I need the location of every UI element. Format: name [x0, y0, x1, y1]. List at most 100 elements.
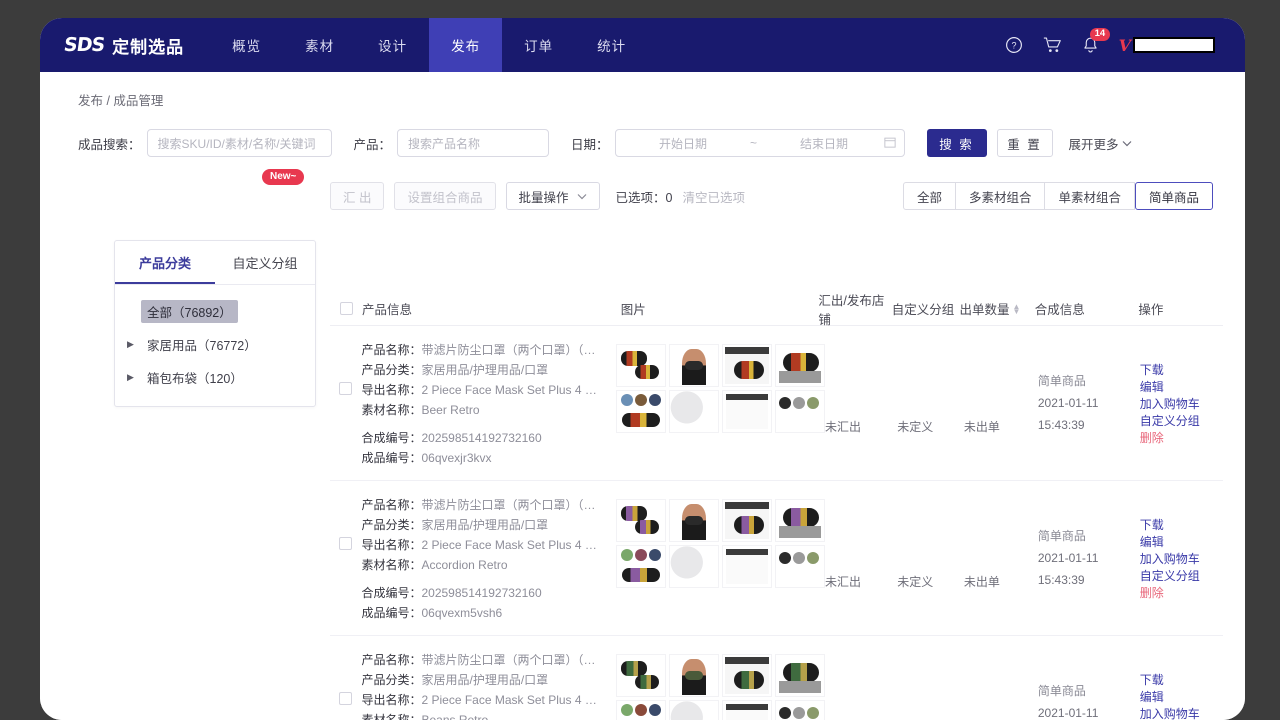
- category-tree: 全部（76892） ▶ 家居用品（76772） ▶ 箱包布袋（120）: [115, 285, 315, 406]
- action-edit[interactable]: 编辑: [1140, 379, 1223, 396]
- action-delete[interactable]: 删除: [1140, 430, 1223, 447]
- action-edit[interactable]: 编辑: [1140, 534, 1223, 551]
- nav-right-actions: ? 14 V: [1005, 18, 1245, 72]
- action-download[interactable]: 下载: [1140, 517, 1223, 534]
- export-button[interactable]: 汇 出: [330, 182, 384, 210]
- help-icon[interactable]: ?: [1005, 36, 1023, 54]
- shopping-cart-icon[interactable]: [1043, 36, 1062, 54]
- product-thumbnail[interactable]: [669, 344, 719, 387]
- category-node-label: 箱包布袋（120）: [141, 366, 249, 389]
- action-custom-group[interactable]: 自定义分组: [1140, 413, 1223, 430]
- product-thumbnail[interactable]: [616, 390, 666, 433]
- product-thumbnail[interactable]: [775, 344, 825, 387]
- value-product-category: 家居用品/护理用品/口罩: [421, 360, 548, 380]
- date-end-input[interactable]: 结束日期: [765, 135, 884, 152]
- clear-selection-link[interactable]: 清空已选项: [682, 187, 745, 206]
- brand-logo-area[interactable]: SDS 定制选品: [40, 18, 210, 72]
- nav-item-orders[interactable]: 订单: [502, 18, 575, 72]
- value-product-category: 家居用品/护理用品/口罩: [421, 670, 548, 690]
- label-composite-no: 合成编号：: [361, 583, 421, 603]
- product-name-input[interactable]: 搜索产品名称: [397, 129, 549, 157]
- tab-product-category[interactable]: 产品分类: [115, 241, 215, 284]
- product-search-input[interactable]: 搜索SKU/ID/素材/名称/关键词: [147, 129, 332, 157]
- nav-item-overview[interactable]: 概览: [210, 18, 283, 72]
- bell-icon[interactable]: 14: [1082, 36, 1099, 54]
- value-composite-no: 202598514192732160: [421, 583, 541, 603]
- value-product-name: 带滤片防尘口罩（两个口罩）（4个...: [421, 340, 601, 360]
- product-thumbnail[interactable]: [616, 700, 666, 720]
- product-thumbnail[interactable]: [669, 654, 719, 697]
- nav-item-statistics[interactable]: 统计: [575, 18, 648, 72]
- nav-item-publish[interactable]: 发布: [429, 18, 502, 72]
- expand-more-button[interactable]: 展开更多: [1069, 134, 1132, 153]
- nav-item-materials[interactable]: 素材: [283, 18, 356, 72]
- action-add-to-cart[interactable]: 加入购物车: [1140, 551, 1223, 568]
- export-shop-cell: 未汇出: [825, 650, 897, 720]
- chevron-right-icon[interactable]: ▶: [127, 372, 139, 383]
- composite-type: 简单商品: [1038, 370, 1140, 392]
- row-checkbox[interactable]: [339, 537, 352, 550]
- model-photo: [682, 349, 706, 385]
- breadcrumb: 发布 / 成品管理: [40, 72, 1245, 123]
- composite-info-cell: 简单商品 2021-01-11 15:43:39: [1038, 495, 1140, 623]
- action-add-to-cart[interactable]: 加入购物车: [1140, 396, 1223, 413]
- segment-all[interactable]: 全部: [903, 182, 956, 210]
- category-node-home-goods[interactable]: ▶ 家居用品（76772）: [115, 328, 315, 361]
- product-thumbnail[interactable]: [722, 700, 772, 720]
- label-material-name: 素材名称：: [361, 400, 421, 420]
- date-range-picker[interactable]: 开始日期 ~ 结束日期: [615, 129, 905, 157]
- svg-text:?: ?: [1011, 41, 1016, 51]
- sort-arrows-icon[interactable]: ▲▼: [1013, 304, 1021, 314]
- product-thumbnail[interactable]: [775, 545, 825, 588]
- set-combo-product-button[interactable]: 设置组合商品: [394, 182, 495, 210]
- product-thumbnail[interactable]: [775, 499, 825, 542]
- action-download[interactable]: 下载: [1140, 672, 1223, 689]
- product-thumbnail[interactable]: [669, 499, 719, 542]
- category-node-bags[interactable]: ▶ 箱包布袋（120）: [115, 361, 315, 394]
- category-node-all[interactable]: 全部（76892）: [115, 295, 315, 328]
- search-button[interactable]: 搜 索: [927, 129, 987, 157]
- product-thumbnail[interactable]: [722, 344, 772, 387]
- product-thumbnail[interactable]: [669, 545, 719, 588]
- product-thumbnail[interactable]: [722, 545, 772, 588]
- brand-name: 定制选品: [112, 33, 184, 58]
- select-all-checkbox[interactable]: [340, 302, 353, 315]
- segment-multi-material[interactable]: 多素材组合: [956, 182, 1046, 210]
- calendar-icon[interactable]: [884, 136, 896, 151]
- user-account-chip[interactable]: V: [1119, 36, 1215, 55]
- product-thumbnail[interactable]: [616, 545, 666, 588]
- reset-button[interactable]: 重 置: [997, 129, 1053, 157]
- batch-operation-button[interactable]: 批量操作: [506, 182, 600, 210]
- row-checkbox[interactable]: [339, 382, 352, 395]
- product-thumbnail[interactable]: [775, 390, 825, 433]
- action-edit[interactable]: 编辑: [1140, 689, 1223, 706]
- product-thumbnail[interactable]: [775, 654, 825, 697]
- header-order-count[interactable]: 出单数量 ▲▼: [960, 299, 1035, 318]
- action-custom-group[interactable]: 自定义分组: [1140, 568, 1223, 585]
- nav-items: 概览 素材 设计 发布 订单 统计: [210, 18, 648, 72]
- value-finished-no: 06qvexm5vsh6: [421, 603, 502, 623]
- product-thumbnail[interactable]: [616, 499, 666, 542]
- product-thumbnail[interactable]: [669, 700, 719, 720]
- segment-single-material[interactable]: 单素材组合: [1045, 182, 1135, 210]
- chevron-right-icon[interactable]: ▶: [127, 339, 139, 350]
- product-label: 产品：: [354, 134, 392, 153]
- product-thumbnail[interactable]: [722, 654, 772, 697]
- product-search-label: 成品搜索：: [78, 134, 141, 153]
- label-material-name: 素材名称：: [361, 555, 421, 575]
- product-thumbnail[interactable]: [616, 344, 666, 387]
- action-download[interactable]: 下载: [1140, 362, 1223, 379]
- action-delete[interactable]: 删除: [1140, 585, 1223, 602]
- product-thumbnail[interactable]: [775, 700, 825, 720]
- action-add-to-cart[interactable]: 加入购物车: [1140, 706, 1223, 720]
- product-thumbnail[interactable]: [722, 499, 772, 542]
- date-start-input[interactable]: 开始日期: [624, 135, 743, 152]
- nav-item-design[interactable]: 设计: [356, 18, 429, 72]
- tab-custom-group[interactable]: 自定义分组: [215, 241, 315, 284]
- segment-simple-product[interactable]: 简单商品: [1135, 182, 1213, 210]
- row-checkbox[interactable]: [339, 692, 352, 705]
- product-thumbnail[interactable]: [616, 654, 666, 697]
- label-composite-no: 合成编号：: [361, 428, 421, 448]
- product-thumbnail[interactable]: [722, 390, 772, 433]
- product-thumbnail[interactable]: [669, 390, 719, 433]
